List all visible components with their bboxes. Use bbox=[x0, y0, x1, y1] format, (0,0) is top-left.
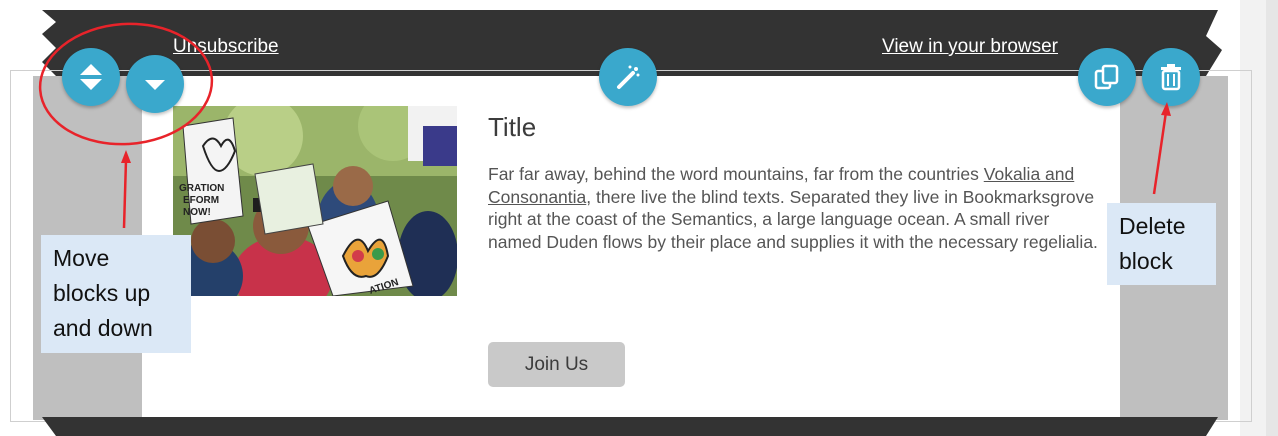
delete-annotation-line-1: Delete bbox=[1119, 213, 1186, 239]
paragraph-text-start: Far far away, behind the word mountains,… bbox=[488, 164, 984, 184]
move-block-button[interactable] bbox=[62, 48, 120, 106]
sign-text-3: NOW! bbox=[183, 207, 211, 218]
join-us-button[interactable]: Join Us bbox=[488, 342, 625, 387]
unsubscribe-link[interactable]: Unsubscribe bbox=[173, 36, 279, 58]
move-annotation-line-1: Move bbox=[53, 245, 110, 271]
block-paragraph: Far far away, behind the word mountains,… bbox=[488, 163, 1098, 253]
block-title: Title bbox=[488, 112, 537, 142]
move-down-button[interactable] bbox=[126, 55, 184, 113]
move-annotation-line-3: and down bbox=[53, 315, 153, 341]
duplicate-block-button[interactable] bbox=[1078, 48, 1136, 106]
up-down-arrows-icon bbox=[80, 64, 102, 90]
duplicate-icon bbox=[1094, 64, 1119, 90]
view-in-browser-link[interactable]: View in your browser bbox=[882, 36, 1058, 58]
delete-annotation: Delete block bbox=[1107, 203, 1216, 285]
move-annotation: Move blocks up and down bbox=[41, 235, 191, 353]
protest-photo: GRATION EFORM NOW! ATION bbox=[173, 106, 457, 296]
scrollbar-track[interactable] bbox=[1266, 0, 1278, 436]
edit-block-button[interactable] bbox=[599, 48, 657, 106]
chevron-down-icon bbox=[145, 80, 165, 90]
sign-text-2: EFORM bbox=[183, 195, 219, 206]
sign-text-1: GRATION bbox=[179, 183, 224, 194]
move-annotation-line-2: blocks up bbox=[53, 280, 151, 306]
footer-ribbon bbox=[42, 417, 1218, 436]
magic-wand-icon bbox=[617, 65, 640, 89]
delete-annotation-line-2: block bbox=[1119, 248, 1173, 274]
trash-icon bbox=[1161, 64, 1181, 91]
delete-block-button[interactable] bbox=[1142, 48, 1200, 106]
